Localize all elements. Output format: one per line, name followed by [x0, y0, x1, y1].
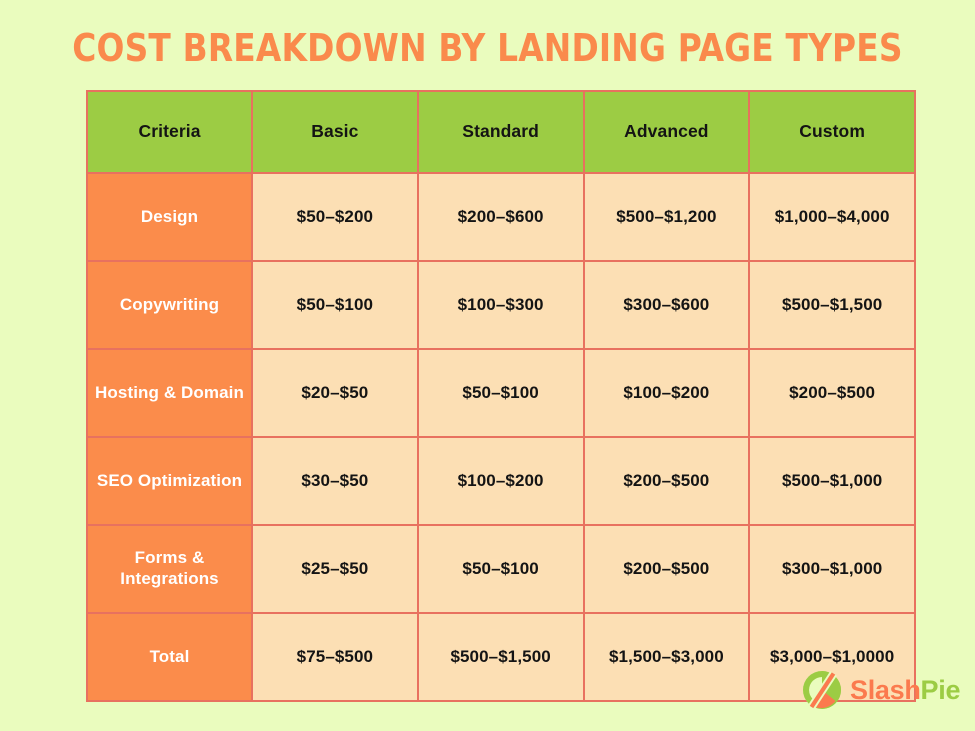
cell-design-standard: $200–$600 — [416, 172, 585, 262]
cell-copywriting-custom: $500–$1,500 — [748, 260, 916, 350]
column-header-standard: Standard — [416, 90, 585, 174]
column-header-basic: Basic — [251, 90, 419, 174]
table-header: Criteria Basic Standard Advanced Custom — [86, 90, 916, 174]
slashpie-circle-icon — [803, 671, 841, 710]
cell-total-advanced: $1,500–$3,000 — [582, 612, 751, 702]
cell-total-standard: $500–$1,500 — [416, 612, 585, 702]
column-header-criteria: Criteria — [86, 90, 253, 174]
page-title: COST BREAKDOWN BY LANDING PAGE TYPES — [72, 26, 903, 70]
poster-canvas: COST BREAKDOWN BY LANDING PAGE TYPES Cri… — [0, 0, 975, 731]
cell-seo-advanced: $200–$500 — [582, 436, 751, 526]
column-header-custom: Custom — [748, 90, 916, 174]
row-label-seo-optimization: SEO Optimization — [86, 436, 253, 526]
cell-hosting-custom: $200–$500 — [748, 348, 916, 438]
cell-forms-advanced: $200–$500 — [582, 524, 751, 614]
cell-hosting-basic: $20–$50 — [251, 348, 419, 438]
cell-design-custom: $1,000–$4,000 — [748, 172, 916, 262]
table-body: Design $50–$200 $200–$600 $500–$1,200 $1… — [86, 172, 916, 702]
table-row: Design $50–$200 $200–$600 $500–$1,200 $1… — [86, 172, 916, 262]
wordmark-slash: Slash — [850, 674, 921, 705]
cell-seo-standard: $100–$200 — [416, 436, 585, 526]
cell-copywriting-basic: $50–$100 — [251, 260, 419, 350]
wordmark-pie: Pie — [920, 674, 961, 705]
cell-hosting-standard: $50–$100 — [416, 348, 585, 438]
slashpie-wordmark: SlashPie — [850, 674, 961, 705]
row-label-copywriting: Copywriting — [86, 260, 253, 350]
cost-breakdown-table-container: Criteria Basic Standard Advanced Custom … — [86, 90, 916, 702]
slashpie-logo: SlashPie — [800, 668, 960, 712]
table-row: Forms & Integrations $25–$50 $50–$100 $2… — [86, 524, 916, 614]
cell-seo-custom: $500–$1,000 — [748, 436, 916, 526]
cell-total-basic: $75–$500 — [251, 612, 419, 702]
row-label-total: Total — [86, 612, 253, 702]
row-label-forms-integrations: Forms & Integrations — [86, 524, 253, 614]
row-label-design: Design — [86, 172, 253, 262]
row-label-hosting-domain: Hosting & Domain — [86, 348, 253, 438]
cell-copywriting-advanced: $300–$600 — [582, 260, 751, 350]
cell-copywriting-standard: $100–$300 — [416, 260, 585, 350]
table-row: Hosting & Domain $20–$50 $50–$100 $100–$… — [86, 348, 916, 438]
table-row: Copywriting $50–$100 $100–$300 $300–$600… — [86, 260, 916, 350]
column-header-advanced: Advanced — [582, 90, 751, 174]
cell-hosting-advanced: $100–$200 — [582, 348, 751, 438]
table-header-row: Criteria Basic Standard Advanced Custom — [86, 90, 916, 174]
table-row: Total $75–$500 $500–$1,500 $1,500–$3,000… — [86, 612, 916, 702]
cost-breakdown-table: Criteria Basic Standard Advanced Custom … — [86, 90, 916, 702]
cell-design-advanced: $500–$1,200 — [582, 172, 751, 262]
cell-forms-standard: $50–$100 — [416, 524, 585, 614]
cell-seo-basic: $30–$50 — [251, 436, 419, 526]
cell-forms-custom: $300–$1,000 — [748, 524, 916, 614]
cell-design-basic: $50–$200 — [251, 172, 419, 262]
table-row: SEO Optimization $30–$50 $100–$200 $200–… — [86, 436, 916, 526]
cell-forms-basic: $25–$50 — [251, 524, 419, 614]
